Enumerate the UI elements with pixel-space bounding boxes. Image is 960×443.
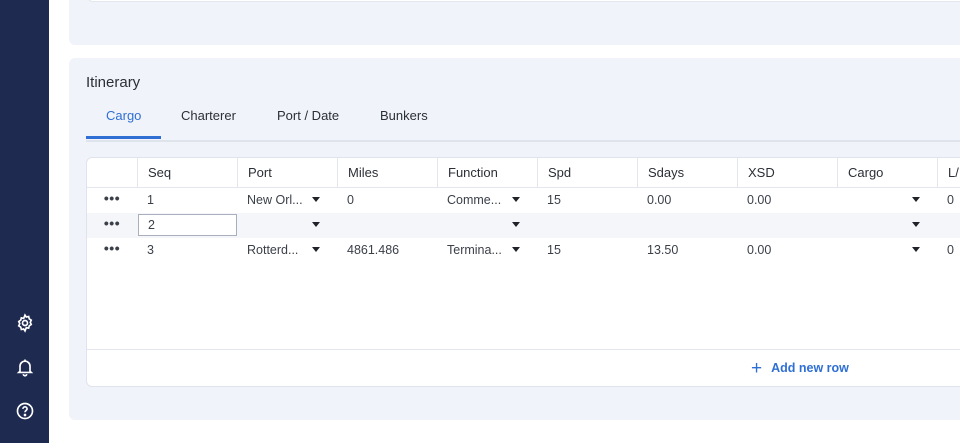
previous-section-card xyxy=(69,0,960,45)
column-header-l[interactable]: L/ xyxy=(937,158,960,187)
cell-xsd[interactable]: 0.00 xyxy=(737,238,837,263)
cell-seq[interactable]: 1 xyxy=(137,188,237,213)
port-dropdown-icon[interactable] xyxy=(312,247,320,252)
port-dropdown-icon[interactable] xyxy=(312,197,320,202)
function-dropdown-icon[interactable] xyxy=(512,197,520,202)
cell-sdays[interactable]: 13.50 xyxy=(637,238,737,263)
cell-miles[interactable]: 0 xyxy=(337,188,437,213)
plus-icon: + xyxy=(751,358,763,379)
cell-l[interactable]: 0 xyxy=(937,188,960,213)
cell-spd[interactable] xyxy=(537,213,637,238)
cell-cargo[interactable] xyxy=(837,238,909,263)
bell-icon[interactable] xyxy=(14,356,36,378)
help-icon[interactable] xyxy=(14,400,36,422)
column-header-seq[interactable]: Seq xyxy=(137,158,237,187)
tab-charterer[interactable]: Charterer xyxy=(181,108,236,123)
row-menu-icon[interactable]: ••• xyxy=(87,238,137,263)
column-header-spd[interactable]: Spd xyxy=(537,158,637,187)
table-row[interactable]: ••• 2 xyxy=(87,213,960,238)
cell-port[interactable] xyxy=(237,213,309,238)
cell-sdays[interactable]: 0.00 xyxy=(637,188,737,213)
gear-icon[interactable] xyxy=(14,312,36,334)
itinerary-grid: Seq Port Miles Function Spd Sdays XSD Ca… xyxy=(86,157,960,387)
cell-cargo[interactable] xyxy=(837,213,909,238)
cell-function[interactable] xyxy=(437,213,509,238)
previous-section-panel xyxy=(87,0,960,2)
cargo-dropdown-icon[interactable] xyxy=(912,197,920,202)
cell-spd[interactable]: 15 xyxy=(537,238,637,263)
add-new-row-button[interactable]: + Add new row xyxy=(751,357,849,379)
cell-l[interactable] xyxy=(937,213,960,238)
grid-header: Seq Port Miles Function Spd Sdays XSD Ca… xyxy=(87,158,960,188)
cell-xsd[interactable]: 0.00 xyxy=(737,188,837,213)
column-header-cargo[interactable]: Cargo xyxy=(837,158,937,187)
cell-l[interactable]: 0 xyxy=(937,238,960,263)
cell-miles[interactable]: 4861.486 xyxy=(337,238,437,263)
itinerary-title: Itinerary xyxy=(86,74,141,91)
row-menu-icon[interactable]: ••• xyxy=(87,213,137,238)
cell-seq[interactable]: 3 xyxy=(137,238,237,263)
cell-function[interactable]: Comme... xyxy=(437,188,509,213)
table-row[interactable]: ••• 3 Rotterd... 4861.486 Termina... 15 … xyxy=(87,238,960,263)
tab-cargo[interactable]: Cargo xyxy=(106,108,141,123)
cell-function[interactable]: Termina... xyxy=(437,238,509,263)
add-new-row-label: Add new row xyxy=(771,361,849,375)
cell-miles[interactable] xyxy=(337,213,437,238)
column-header-miles[interactable]: Miles xyxy=(337,158,437,187)
port-dropdown-icon[interactable] xyxy=(312,222,320,227)
function-dropdown-icon[interactable] xyxy=(512,222,520,227)
cell-cargo[interactable] xyxy=(837,188,909,213)
table-row[interactable]: ••• 1 New Orl... 0 Comme... 15 0.00 0.00… xyxy=(87,188,960,213)
cell-port[interactable]: New Orl... xyxy=(237,188,309,213)
cell-xsd[interactable] xyxy=(737,213,837,238)
cargo-dropdown-icon[interactable] xyxy=(912,247,920,252)
tab-port-date[interactable]: Port / Date xyxy=(277,108,339,123)
sidebar xyxy=(0,0,49,443)
column-header-xsd[interactable]: XSD xyxy=(737,158,837,187)
itinerary-tabs: Cargo Charterer Port / Date Bunkers xyxy=(86,106,960,142)
grid-footer: + Add new row xyxy=(87,349,960,386)
seq-edit-input[interactable]: 2 xyxy=(138,214,237,236)
tab-bunkers[interactable]: Bunkers xyxy=(380,108,428,123)
cargo-dropdown-icon[interactable] xyxy=(912,222,920,227)
cell-sdays[interactable] xyxy=(637,213,737,238)
row-menu-icon[interactable]: ••• xyxy=(87,188,137,213)
active-tab-indicator xyxy=(86,136,161,139)
column-header-sdays[interactable]: Sdays xyxy=(637,158,737,187)
function-dropdown-icon[interactable] xyxy=(512,247,520,252)
column-header-port[interactable]: Port xyxy=(237,158,337,187)
column-header-function[interactable]: Function xyxy=(437,158,537,187)
itinerary-section: Itinerary Cargo Charterer Port / Date Bu… xyxy=(69,58,960,420)
cell-spd[interactable]: 15 xyxy=(537,188,637,213)
cell-port[interactable]: Rotterd... xyxy=(237,238,309,263)
